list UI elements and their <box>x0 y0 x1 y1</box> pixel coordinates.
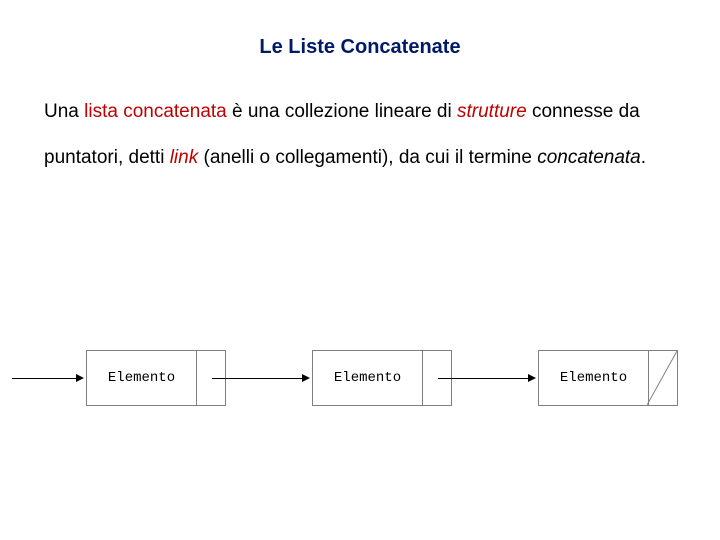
term-linked-list: lista concatenata <box>84 101 227 122</box>
term-concatenata: concatenata <box>537 147 641 168</box>
term-structures: strutture <box>457 101 527 122</box>
slide-title: Le Liste Concatenate <box>0 0 720 59</box>
null-slash-icon <box>647 351 677 405</box>
arrow-head-icon <box>528 374 536 382</box>
arrow-line <box>12 378 76 379</box>
node-pointer-cell <box>647 351 677 405</box>
text-plain: . <box>641 147 646 168</box>
linked-list-diagram: Elemento Elemento Elemento <box>0 348 720 448</box>
text-plain: (anelli o collegamenti), da cui il termi… <box>198 147 537 168</box>
arrow-head-icon <box>76 374 84 382</box>
node-data-cell: Elemento <box>539 351 649 405</box>
text-plain: è una collezione lineare di <box>227 101 457 122</box>
text-plain: Una <box>44 101 84 122</box>
node-data-cell: Elemento <box>87 351 197 405</box>
list-node: Elemento <box>538 350 678 406</box>
list-node: Elemento <box>86 350 226 406</box>
arrow-line <box>438 378 528 379</box>
arrow-line <box>212 378 302 379</box>
list-node: Elemento <box>312 350 452 406</box>
paragraph: Una lista concatenata è una collezione l… <box>0 59 720 180</box>
node-data-cell: Elemento <box>313 351 423 405</box>
term-link: link <box>170 147 199 168</box>
arrow-head-icon <box>302 374 310 382</box>
